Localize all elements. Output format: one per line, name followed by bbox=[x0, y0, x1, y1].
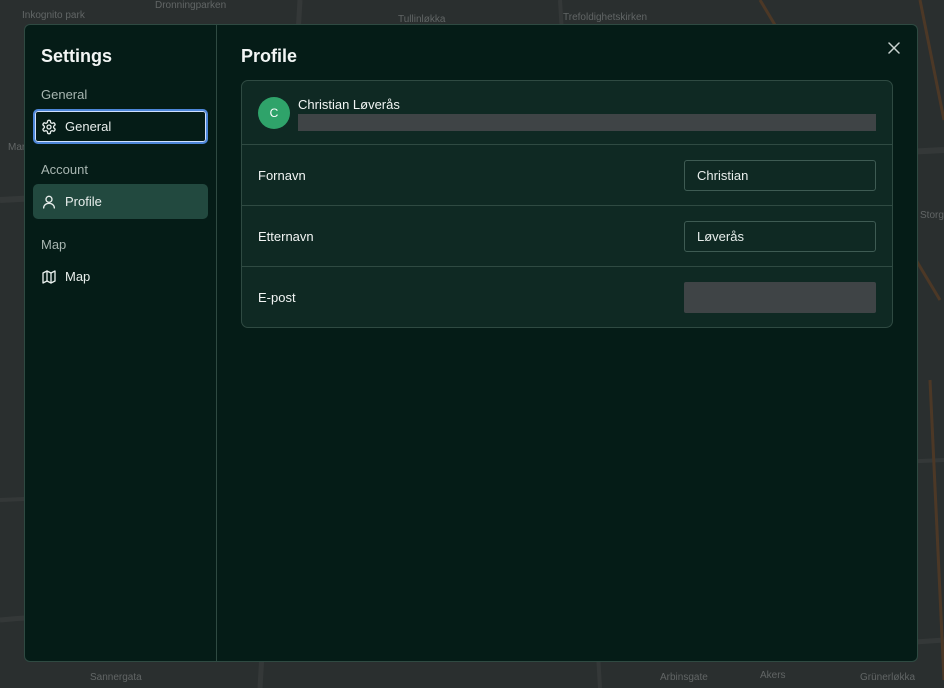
first-name-input[interactable] bbox=[684, 159, 876, 191]
profile-header: C Christian Løverås bbox=[242, 81, 892, 145]
avatar: C bbox=[258, 97, 290, 129]
page-title: Profile bbox=[241, 46, 298, 66]
field-label: E-post bbox=[258, 289, 296, 305]
user-name: Christian Løverås bbox=[298, 97, 400, 112]
field-label: Etternavn bbox=[258, 228, 314, 244]
sidebar-item-map[interactable]: Map bbox=[33, 259, 208, 294]
redacted-email bbox=[298, 114, 876, 131]
section-label-general: General bbox=[41, 87, 88, 102]
profile-card: C Christian Løverås Fornavn Etternavn E-… bbox=[241, 80, 893, 328]
gear-icon bbox=[41, 119, 57, 135]
email-field[interactable] bbox=[684, 281, 876, 313]
sidebar-item-label: Map bbox=[65, 269, 91, 284]
section-label-map: Map bbox=[41, 237, 67, 252]
settings-title: Settings bbox=[41, 46, 113, 66]
close-button[interactable] bbox=[885, 41, 903, 59]
settings-content: Profile C Christian Løverås Fornavn Chri… bbox=[217, 25, 917, 661]
sidebar-item-label: Profile bbox=[65, 194, 102, 209]
map-icon bbox=[41, 269, 57, 285]
close-icon bbox=[888, 41, 900, 59]
settings-sidebar: Settings General General Account Profile… bbox=[25, 25, 217, 661]
field-row-etternavn: Etternavn bbox=[242, 206, 892, 267]
sidebar-item-profile[interactable]: Profile bbox=[33, 184, 208, 219]
last-name-input[interactable] bbox=[684, 220, 876, 252]
field-label: Fornavn bbox=[258, 167, 306, 183]
field-row-fornavn: Fornavn bbox=[242, 145, 892, 206]
sidebar-item-label: General bbox=[65, 119, 112, 134]
field-row-epost: E-post bbox=[242, 267, 892, 327]
settings-dialog: Settings General General Account Profile… bbox=[24, 24, 918, 662]
sidebar-item-general[interactable]: General bbox=[33, 109, 208, 144]
user-icon bbox=[41, 194, 57, 210]
section-label-account: Account bbox=[41, 162, 88, 177]
